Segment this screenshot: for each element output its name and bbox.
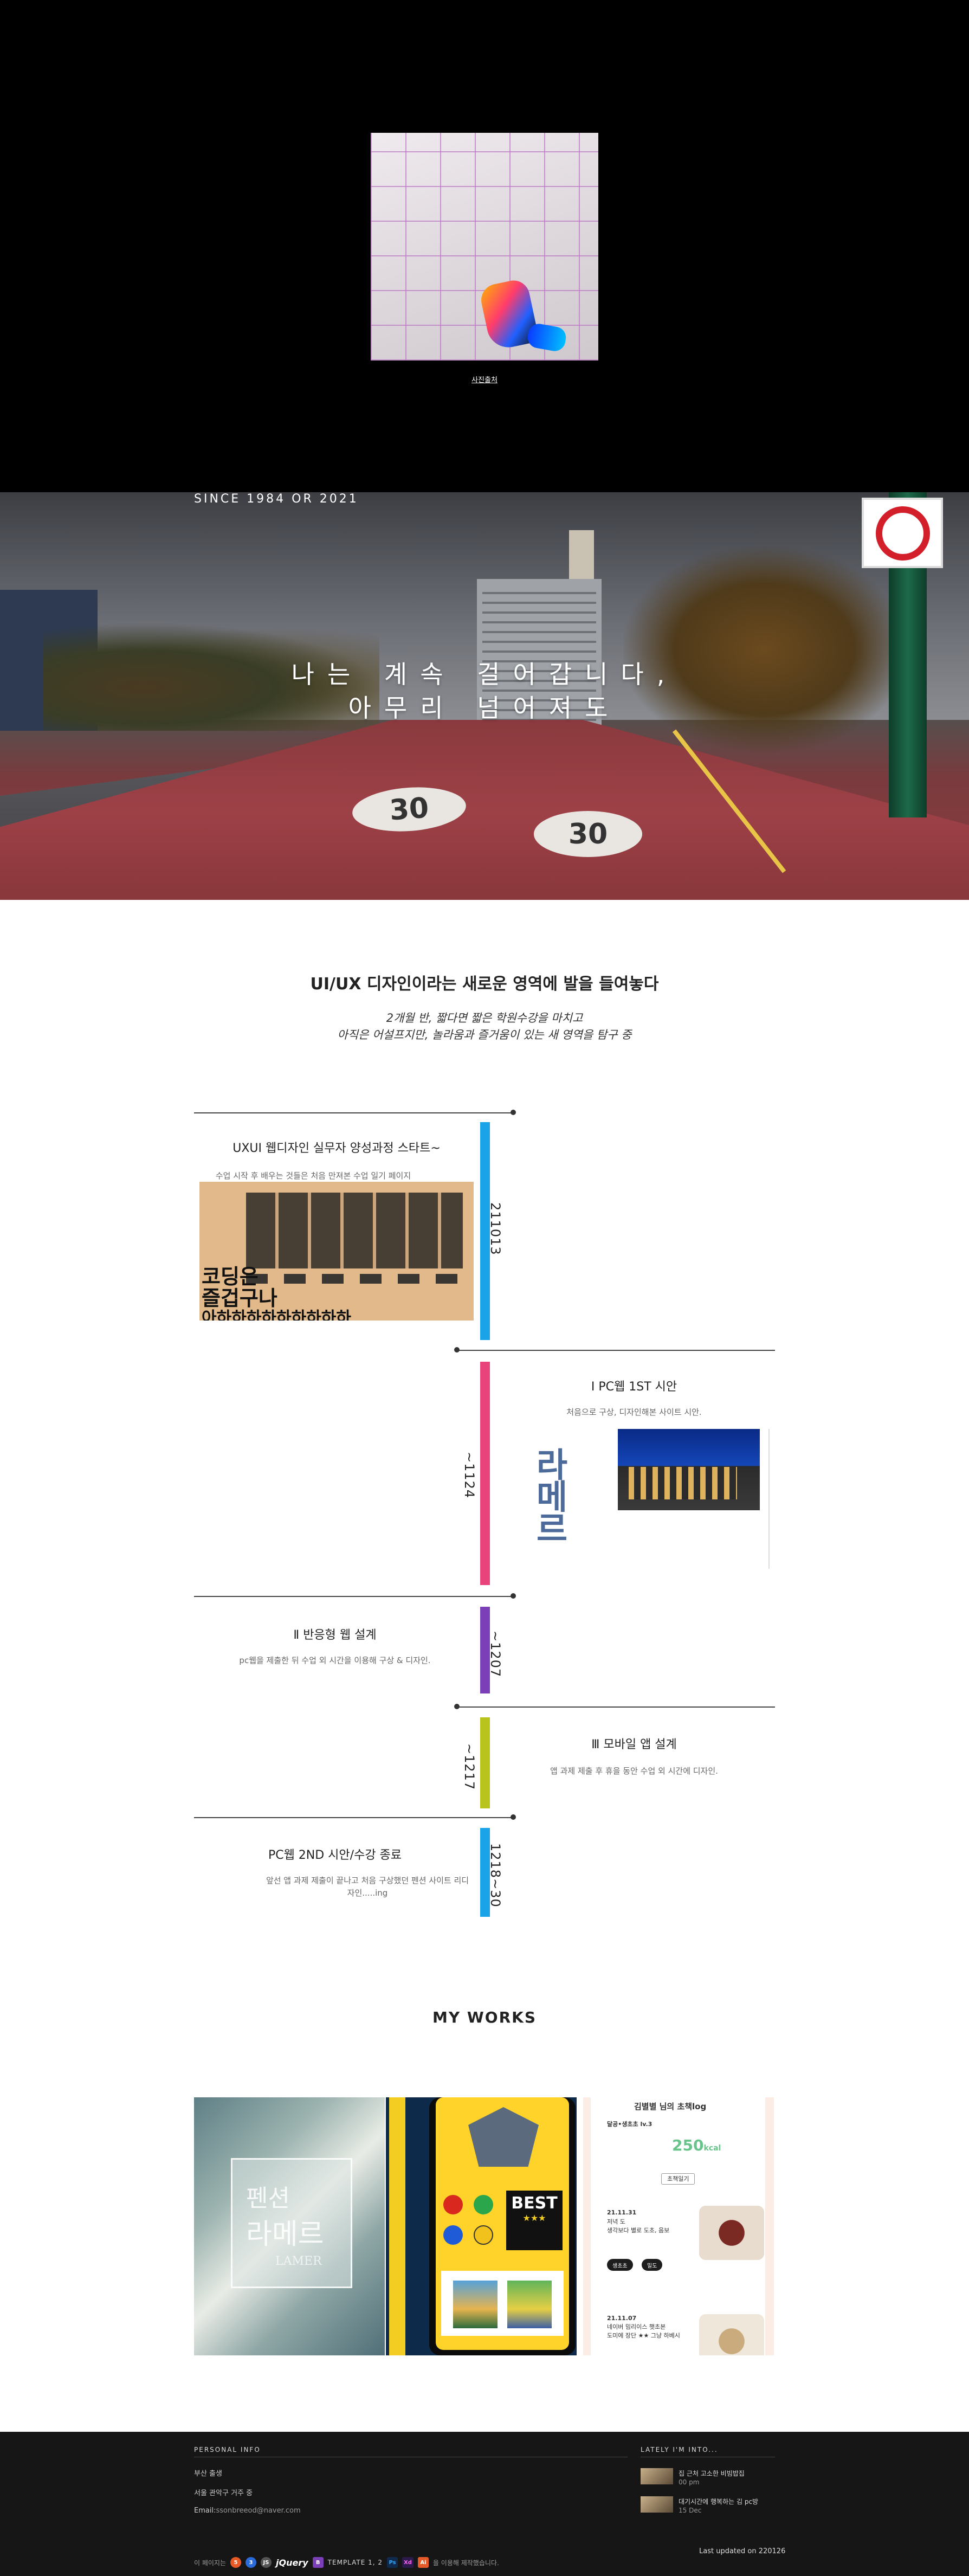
- news-thumb[interactable]: [641, 2468, 673, 2484]
- about-subtitle-2: 아직은 어설프지만, 놀라움과 즐거움이 있는 새 영역을 탐구 중: [337, 1028, 632, 1041]
- footer-updated: Last updated on 220126: [699, 2547, 786, 2555]
- timeline-title-3: Ⅱ 반응형 웹 설계: [293, 1628, 377, 1642]
- intro-photo-shoe: [526, 322, 568, 353]
- phone-screen: BEST ★★★: [436, 2097, 569, 2350]
- footer-lately-heading: LATELY I'M INTO...: [641, 2446, 718, 2453]
- work-pension-eng: LAMER: [275, 2255, 322, 2268]
- timeline-title-5: PC웹 2ND 시안/수강 종료: [268, 1849, 402, 1862]
- work-card-pension[interactable]: 펜션 라메르 LAMER: [194, 2097, 385, 2355]
- pension-photo: [618, 1429, 760, 1510]
- app-gallery: [441, 2271, 564, 2336]
- hero-section: 30 30 SINCE 1984 OR 2021 나는 계속 걸어갑니다, 아무…: [0, 492, 969, 900]
- news-title-1[interactable]: 집 근처 고소한 비빔밥집: [679, 2469, 745, 2478]
- timeline-date-1: 211013: [488, 1202, 503, 1255]
- about-title: UI/UX 디자인이라는 새로운 영역에 발을 들여놓다: [310, 975, 659, 994]
- work-pension-name: 라메르: [246, 2218, 324, 2251]
- timeline-desc-5: 앞선 앱 과제 제출이 끝나고 처음 구상했던 펜션 사이트 리디 자인....…: [266, 1876, 469, 1898]
- diet-log-title: 김별별 님의 초책log: [634, 2102, 707, 2111]
- hero-headline-1: 나는 계속 걸어갑니다,: [291, 660, 678, 689]
- timeline-divider: [194, 1817, 515, 1818]
- illustrator-icon: Ai: [417, 2557, 429, 2568]
- timeline-divider: [194, 1112, 515, 1113]
- photoshop-icon: Ps: [387, 2557, 398, 2568]
- news-thumb[interactable]: [641, 2496, 673, 2513]
- timeline-desc-2: 처음으로 구상, 디자인해본 사이트 시안.: [566, 1407, 702, 1417]
- hero-headline-2: 아무리 넘어져도: [348, 693, 621, 723]
- timeline-bar-4: [480, 1717, 490, 1808]
- road-speed-mark: 30: [534, 811, 642, 857]
- timeline-title-1: UXUI 웹디자인 실무자 양성과정 스타트~: [232, 1142, 441, 1155]
- timeline-date-3: ~1207: [488, 1631, 503, 1678]
- work-card-mobile-app[interactable]: BEST ★★★: [386, 2097, 577, 2355]
- timeline-date-2: ~1124: [462, 1452, 477, 1499]
- news-title-2[interactable]: 대기시간에 행복하는 김 pc방: [679, 2497, 758, 2506]
- food-photo: [699, 2206, 764, 2260]
- hero-since-text: SINCE 1984 OR 2021: [194, 492, 359, 506]
- app-badge-icon: [468, 2107, 539, 2167]
- no-motorcycle-sign: [862, 498, 943, 568]
- footer: [0, 2432, 969, 2576]
- footer-email: Email:ssonbreeod@naver.com: [194, 2507, 301, 2515]
- timeline-date-5: 1218~30: [488, 1843, 503, 1908]
- news-date-1: 00 pm: [679, 2478, 700, 2486]
- timeline-divider: [194, 1596, 515, 1597]
- xd-icon: Xd: [402, 2557, 414, 2568]
- timeline-divider: [456, 1706, 775, 1708]
- diet-log-tag: 달공•생초초 lv.3: [607, 2121, 653, 2128]
- works-title: MY WORKS: [432, 2008, 537, 2026]
- footer-made-with: 이 페이지는 5 3 JS jQuery B TEMPLATE 1, 2 Ps …: [194, 2557, 499, 2568]
- diet-log-kcal: 250kcal: [672, 2136, 721, 2154]
- timeline-dot: [511, 1593, 516, 1599]
- js-icon: JS: [261, 2557, 272, 2568]
- timeline-date-4: ~1217: [462, 1743, 477, 1791]
- timeline-dot: [511, 1814, 516, 1820]
- timeline-thumb-pc-draft[interactable]: 라메르: [499, 1429, 770, 1569]
- footer-personal-heading: PERSONAL INFO: [194, 2446, 261, 2453]
- timeline-thumb-diary[interactable]: 코딩은 즐겁구나 아하하하하하하하하하: [199, 1182, 474, 1321]
- work-pension-label: 펜션: [246, 2185, 290, 2212]
- diet-log-button: 초책일기: [661, 2173, 695, 2185]
- photo-source-link[interactable]: 사진출처: [371, 374, 598, 384]
- news-date-2: 15 Dec: [679, 2507, 702, 2514]
- timeline-divider: [456, 1350, 775, 1351]
- timeline-dot: [511, 1110, 516, 1115]
- footer-birthplace: 부산 출생: [194, 2470, 222, 2478]
- work-card-diet-log[interactable]: 김별별 님의 초책log 달공•생초초 lv.3 250kcal 초책일기 21…: [583, 2097, 774, 2355]
- jquery-logo: jQuery: [276, 2557, 308, 2568]
- timeline-desc-4: 앱 과제 제출 후 휴을 동안 수업 외 시간에 디자인.: [550, 1766, 718, 1776]
- timeline-dot: [454, 1704, 460, 1709]
- lamer-logo: 라메르: [537, 1445, 568, 1549]
- bootstrap-icon: B: [312, 2557, 324, 2568]
- timeline-title-4: Ⅲ 모바일 앱 설계: [591, 1738, 677, 1751]
- intro-photo: [371, 133, 598, 360]
- best-banner: BEST ★★★: [506, 2191, 563, 2250]
- html-icon: 5: [230, 2557, 242, 2568]
- food-photo: [699, 2314, 764, 2355]
- timeline-bar-2: [480, 1362, 490, 1585]
- about-subtitle-1: 2개월 반, 짧다면 짧은 학원수강을 마치고: [386, 1012, 583, 1025]
- timeline-desc-3: pc웹을 제출한 뒤 수업 외 시간을 이용해 구상 & 디자인.: [239, 1656, 431, 1665]
- timeline-title-2: Ⅰ PC웹 1ST 시안: [591, 1380, 677, 1394]
- timeline-desc-1: 수업 시작 후 배우는 것들은 처음 만져본 수업 일기 페이지: [215, 1171, 411, 1181]
- css-icon: 3: [246, 2557, 257, 2568]
- email-link[interactable]: ssonbreeod@naver.com: [216, 2507, 300, 2515]
- timeline-dot: [454, 1347, 460, 1353]
- intro-section: 사진출처: [0, 0, 969, 492]
- footer-address: 서울 관악구 거주 중: [194, 2489, 253, 2497]
